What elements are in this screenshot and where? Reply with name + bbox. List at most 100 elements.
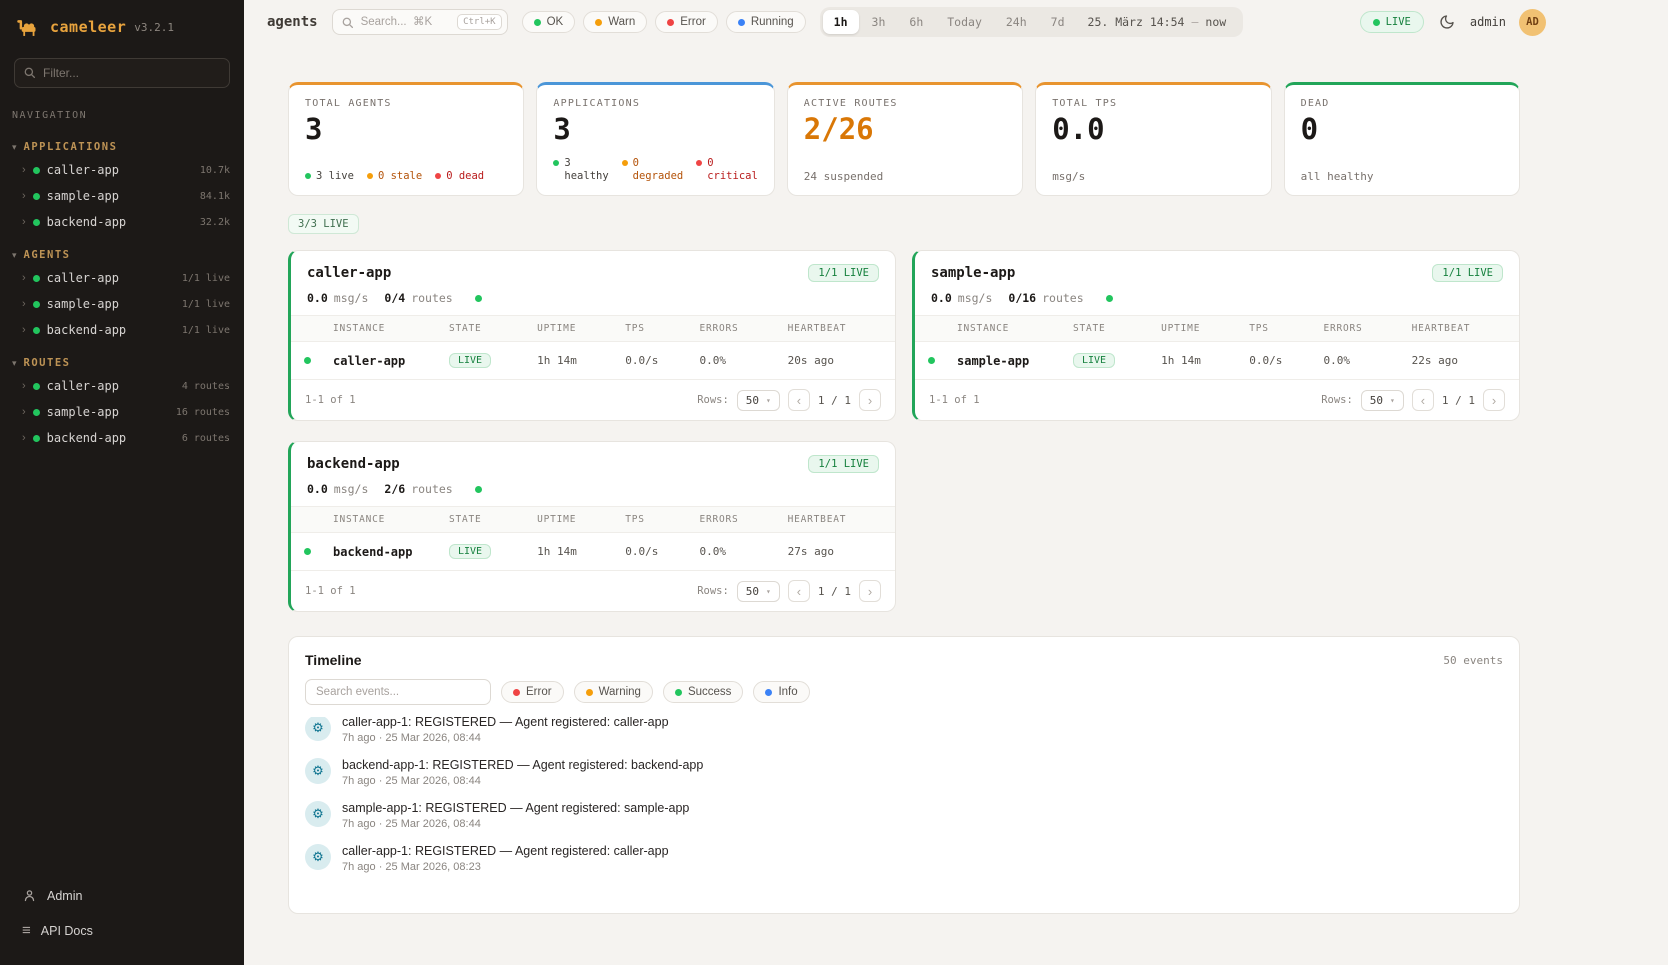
timeline-events-list[interactable]: ⚙ caller-app-1: REGISTERED — Agent regis… [289, 717, 1519, 913]
prev-page-button[interactable]: ‹ [788, 389, 810, 411]
range-button-today[interactable]: Today [936, 10, 993, 34]
app-card-caller-app: caller-app 1/1 LIVE 0.0 msg/s 0/4 routes… [288, 250, 896, 421]
timeline-filter-error[interactable]: Error [501, 681, 564, 703]
sidebar-filter [14, 58, 230, 88]
status-dot [33, 409, 40, 416]
table-header: INSTANCE STATE UPTIME TPS ERRORS HEARTBE… [291, 507, 895, 533]
sidebar-item-agents-backend-app[interactable]: › backend-app 1/1 live [0, 317, 244, 343]
sidebar-item-routes-sample-app[interactable]: › sample-app 16 routes [0, 399, 244, 425]
chevron-right-icon: › [22, 217, 26, 228]
status-dot [33, 275, 40, 282]
filter-chip-warn[interactable]: Warn [583, 11, 647, 33]
sidebar-section-applications: ▾ APPLICATIONS › caller-app 10.7k › samp… [0, 137, 244, 235]
camel-logo-icon [16, 16, 42, 38]
table-footer: 1-1 of 1 Rows: 50 ▾ ‹ 1 / 1 › [915, 379, 1519, 420]
live-status-toggle[interactable]: LIVE [1360, 11, 1424, 33]
rows-per-page-select[interactable]: 50 ▾ [1361, 390, 1404, 411]
page-title: agents [267, 14, 318, 30]
item-badge: 32.2k [200, 217, 230, 228]
section-header-routes[interactable]: ▾ ROUTES [0, 353, 244, 373]
range-button-6h[interactable]: 6h [898, 10, 934, 34]
timeline-event[interactable]: ⚙ backend-app-1: REGISTERED — Agent regi… [295, 751, 1513, 794]
sidebar-item-applications-caller-app[interactable]: › caller-app 10.7k [0, 157, 244, 183]
status-dot [586, 689, 593, 696]
timeline-card: Timeline 50 events Error Warning Success [288, 636, 1520, 914]
live-summary-badge: 3/3 LIVE [288, 214, 359, 234]
status-dot [622, 160, 628, 166]
stat-card-dead: DEAD 0 all healthy [1284, 82, 1520, 196]
sidebar-item-applications-backend-app[interactable]: › backend-app 32.2k [0, 209, 244, 235]
timeline-event[interactable]: ⚙ caller-app-1: REGISTERED — Agent regis… [295, 717, 1513, 751]
app-card-stats: 0.0 msg/s 0/4 routes [291, 291, 895, 316]
status-dot [33, 327, 40, 334]
sidebar-footer: Admin ≡ API Docs [0, 869, 244, 965]
chevron-right-icon: › [22, 407, 26, 418]
status-dot [1373, 19, 1380, 26]
table-row[interactable]: caller-app LIVE 1h 14m 0.0/s 0.0% 20s ag… [291, 342, 895, 379]
table-row[interactable]: sample-app LIVE 1h 14m 0.0/s 0.0% 22s ag… [915, 342, 1519, 379]
filter-chip-running[interactable]: Running [726, 11, 806, 33]
sidebar-item-routes-caller-app[interactable]: › caller-app 4 routes [0, 373, 244, 399]
range-button-7d[interactable]: 7d [1040, 10, 1076, 34]
gear-icon: ⚙ [305, 758, 331, 784]
table-header: INSTANCE STATE UPTIME TPS ERRORS HEARTBE… [291, 316, 895, 342]
section-header-agents[interactable]: ▾ AGENTS [0, 245, 244, 265]
sidebar: cameleer v3.2.1 NAVIGATION ▾ APPLICATION… [0, 0, 244, 965]
section-header-applications[interactable]: ▾ APPLICATIONS [0, 137, 244, 157]
user-avatar[interactable]: AD [1519, 9, 1546, 36]
username-label: admin [1470, 15, 1506, 29]
gear-icon: ⚙ [305, 717, 331, 741]
range-button-1h[interactable]: 1h [823, 10, 859, 34]
range-button-3h[interactable]: 3h [861, 10, 897, 34]
next-page-button[interactable]: › [859, 580, 881, 602]
content: TOTAL AGENTS 3 3 live 0 stale 0 dead APP… [288, 82, 1520, 914]
status-dot [667, 19, 674, 26]
topbar: agents Ctrl+K OK Warn Error [244, 0, 1668, 44]
caret-down-icon: ▾ [12, 143, 17, 152]
item-badge: 1/1 live [182, 299, 230, 310]
topbar-right: LIVE admin AD [1360, 9, 1546, 36]
next-page-button[interactable]: › [1483, 389, 1505, 411]
timeline-filter-success[interactable]: Success [663, 681, 743, 703]
status-dot [928, 357, 935, 364]
filter-chip-error[interactable]: Error [655, 11, 718, 33]
range-button-24h[interactable]: 24h [995, 10, 1038, 34]
sidebar-item-routes-backend-app[interactable]: › backend-app 6 routes [0, 425, 244, 451]
status-dot [33, 219, 40, 226]
stat-card-total-tps: TOTAL TPS 0.0 msg/s [1035, 82, 1271, 196]
timeline-event[interactable]: ⚙ caller-app-1: REGISTERED — Agent regis… [295, 837, 1513, 880]
rows-per-page-select[interactable]: 50 ▾ [737, 581, 780, 602]
sidebar-item-agents-caller-app[interactable]: › caller-app 1/1 live [0, 265, 244, 291]
status-dot [738, 19, 745, 26]
timeline-filter-info[interactable]: Info [753, 681, 809, 703]
timeline-filter-warning[interactable]: Warning [574, 681, 653, 703]
app-cards-grid: caller-app 1/1 LIVE 0.0 msg/s 0/4 routes… [288, 250, 1520, 612]
user-icon [22, 888, 37, 903]
filter-chip-ok[interactable]: OK [522, 11, 576, 33]
live-badge: 1/1 LIVE [808, 455, 879, 473]
table-row[interactable]: backend-app LIVE 1h 14m 0.0/s 0.0% 27s a… [291, 533, 895, 570]
caret-down-icon: ▾ [12, 251, 17, 260]
status-dot [675, 689, 682, 696]
item-badge: 4 routes [182, 381, 230, 392]
next-page-button[interactable]: › [859, 389, 881, 411]
status-dot [33, 193, 40, 200]
timeline-event[interactable]: ⚙ sample-app-1: REGISTERED — Agent regis… [295, 794, 1513, 837]
app-card-title: backend-app [307, 456, 400, 472]
app-card-stats: 0.0 msg/s 0/16 routes [915, 291, 1519, 316]
page-indicator: 1 / 1 [818, 394, 851, 407]
sidebar-item-api-docs[interactable]: ≡ API Docs [14, 916, 230, 945]
caret-down-icon: ▾ [12, 359, 17, 368]
sidebar-item-agents-sample-app[interactable]: › sample-app 1/1 live [0, 291, 244, 317]
prev-page-button[interactable]: ‹ [788, 580, 810, 602]
timeline-search-input[interactable] [305, 679, 491, 705]
state-badge: LIVE [449, 353, 491, 368]
rows-per-page-select[interactable]: 50 ▾ [737, 390, 780, 411]
sidebar-item-admin[interactable]: Admin [14, 881, 230, 910]
prev-page-button[interactable]: ‹ [1412, 389, 1434, 411]
sidebar-filter-input[interactable] [14, 58, 230, 88]
shortcut-badge: Ctrl+K [457, 14, 502, 30]
status-dot [696, 160, 702, 166]
sidebar-item-applications-sample-app[interactable]: › sample-app 84.1k [0, 183, 244, 209]
dark-mode-toggle[interactable] [1437, 12, 1457, 32]
